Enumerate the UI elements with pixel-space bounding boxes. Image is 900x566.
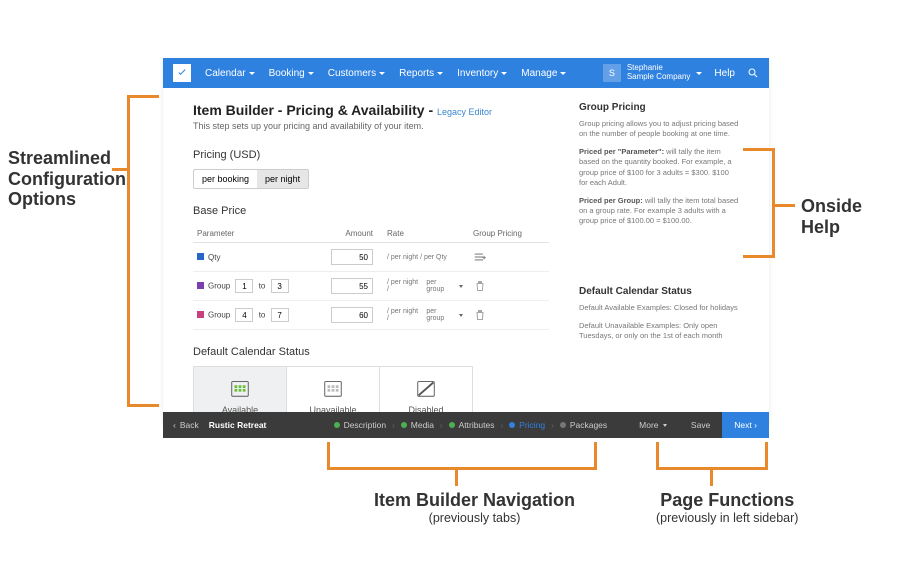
calendar-disabled-icon (415, 377, 437, 399)
save-button[interactable]: Save (679, 412, 722, 438)
step-description[interactable]: Description (334, 420, 387, 430)
range-from-input[interactable] (235, 279, 253, 293)
amount-input[interactable] (331, 278, 373, 294)
bracket-connector (710, 470, 713, 486)
logo[interactable] (173, 64, 191, 82)
next-button[interactable]: Next › (722, 412, 769, 438)
search-icon[interactable] (747, 67, 759, 79)
step-packages[interactable]: Packages (560, 420, 607, 430)
chevron-left-icon: ‹ (173, 420, 176, 430)
range-to-input[interactable] (271, 279, 289, 293)
range-from-input[interactable] (235, 308, 253, 322)
item-name: Rustic Retreat (209, 420, 267, 430)
calendar-available-icon (229, 377, 251, 399)
bottom-bar: ‹Back Rustic Retreat Description› Media›… (163, 412, 769, 438)
table-header: Parameter Amount Rate Group Pricing (193, 225, 549, 243)
status-dot-icon (509, 422, 515, 428)
help-group-pricing-head: Group Pricing (579, 102, 739, 113)
callout-nav: Item Builder Navigation(previously tabs) (374, 490, 575, 525)
chevron-down-icon (501, 72, 507, 75)
range-to-input[interactable] (271, 308, 289, 322)
status-dot-icon (449, 422, 455, 428)
bracket-connector (455, 470, 458, 486)
bracket-icon (656, 442, 768, 470)
pricing-heading: Pricing (USD) (193, 149, 549, 161)
legacy-editor-link[interactable]: Legacy Editor (437, 107, 492, 117)
chevron-down-icon (379, 72, 385, 75)
callout-func: Page Functions(previously in left sideba… (656, 490, 798, 525)
callout-help: Onside Help (801, 196, 900, 237)
step-nav: Description› Media› Attributes› Pricing›… (334, 420, 608, 430)
callout-config: Streamlined Configuration Options (8, 148, 126, 210)
nav-booking[interactable]: Booking (269, 68, 314, 79)
user-menu[interactable]: S StephanieSample Company (603, 64, 703, 82)
table-row: Group to / per night / per group (193, 301, 549, 330)
delete-row-icon[interactable] (473, 308, 487, 322)
amount-input[interactable] (331, 249, 373, 265)
rate-label: / per night / per Qty (373, 254, 463, 261)
add-group-icon[interactable] (473, 250, 487, 264)
top-nav: Calendar Booking Customers Reports Inven… (163, 58, 769, 88)
chevron-right-icon: › (754, 420, 757, 430)
page-subtitle: This step sets up your pricing and avail… (193, 121, 549, 131)
delete-row-icon[interactable] (473, 279, 487, 293)
calendar-unavailable-icon (322, 377, 344, 399)
bracket-connector (775, 204, 795, 207)
pricing-mode-toggle: per booking per night (193, 169, 309, 189)
table-row: Qty / per night / per Qty (193, 243, 549, 272)
amount-input[interactable] (331, 307, 373, 323)
step-pricing[interactable]: Pricing (509, 420, 545, 430)
swatch-icon (197, 311, 204, 318)
step-media[interactable]: Media (401, 420, 434, 430)
step-attributes[interactable]: Attributes (449, 420, 495, 430)
nav-items: Calendar Booking Customers Reports Inven… (205, 68, 566, 79)
checkmark-icon (176, 67, 188, 79)
status-dot-icon (334, 422, 340, 428)
chevron-down-icon (696, 72, 702, 75)
nav-manage[interactable]: Manage (521, 68, 566, 79)
app-window: Calendar Booking Customers Reports Inven… (163, 58, 769, 424)
help-sidebar: Group Pricing Group pricing allows you t… (579, 102, 739, 424)
group-rate-select[interactable]: per group (426, 308, 455, 322)
chevron-down-icon (308, 72, 314, 75)
bracket-icon (743, 148, 775, 258)
calendar-status-heading: Default Calendar Status (193, 346, 549, 358)
chevron-down-icon (437, 72, 443, 75)
page-title: Item Builder - Pricing & Availability - … (193, 102, 549, 118)
nav-reports[interactable]: Reports (399, 68, 443, 79)
seg-per-night[interactable]: per night (257, 170, 308, 188)
bracket-icon (327, 442, 597, 470)
help-link[interactable]: Help (714, 68, 735, 79)
swatch-icon (197, 253, 204, 260)
swatch-icon (197, 282, 204, 289)
bracket-icon (127, 95, 159, 407)
status-dot-icon (560, 422, 566, 428)
status-dot-icon (401, 422, 407, 428)
group-rate-select[interactable]: per group (426, 279, 455, 293)
chevron-down-icon (560, 72, 566, 75)
back-button[interactable]: ‹Back (163, 420, 209, 430)
bracket-connector (112, 168, 127, 171)
nav-inventory[interactable]: Inventory (457, 68, 507, 79)
nav-calendar[interactable]: Calendar (205, 68, 255, 79)
help-calendar-head: Default Calendar Status (579, 286, 739, 297)
seg-per-booking[interactable]: per booking (194, 170, 257, 188)
avatar: S (603, 64, 621, 82)
nav-customers[interactable]: Customers (328, 68, 385, 79)
more-button[interactable]: More (627, 412, 679, 438)
chevron-down-icon (663, 424, 667, 427)
table-row: Group to / per night / per group (193, 272, 549, 301)
chevron-down-icon (249, 72, 255, 75)
base-price-heading: Base Price (193, 205, 549, 217)
